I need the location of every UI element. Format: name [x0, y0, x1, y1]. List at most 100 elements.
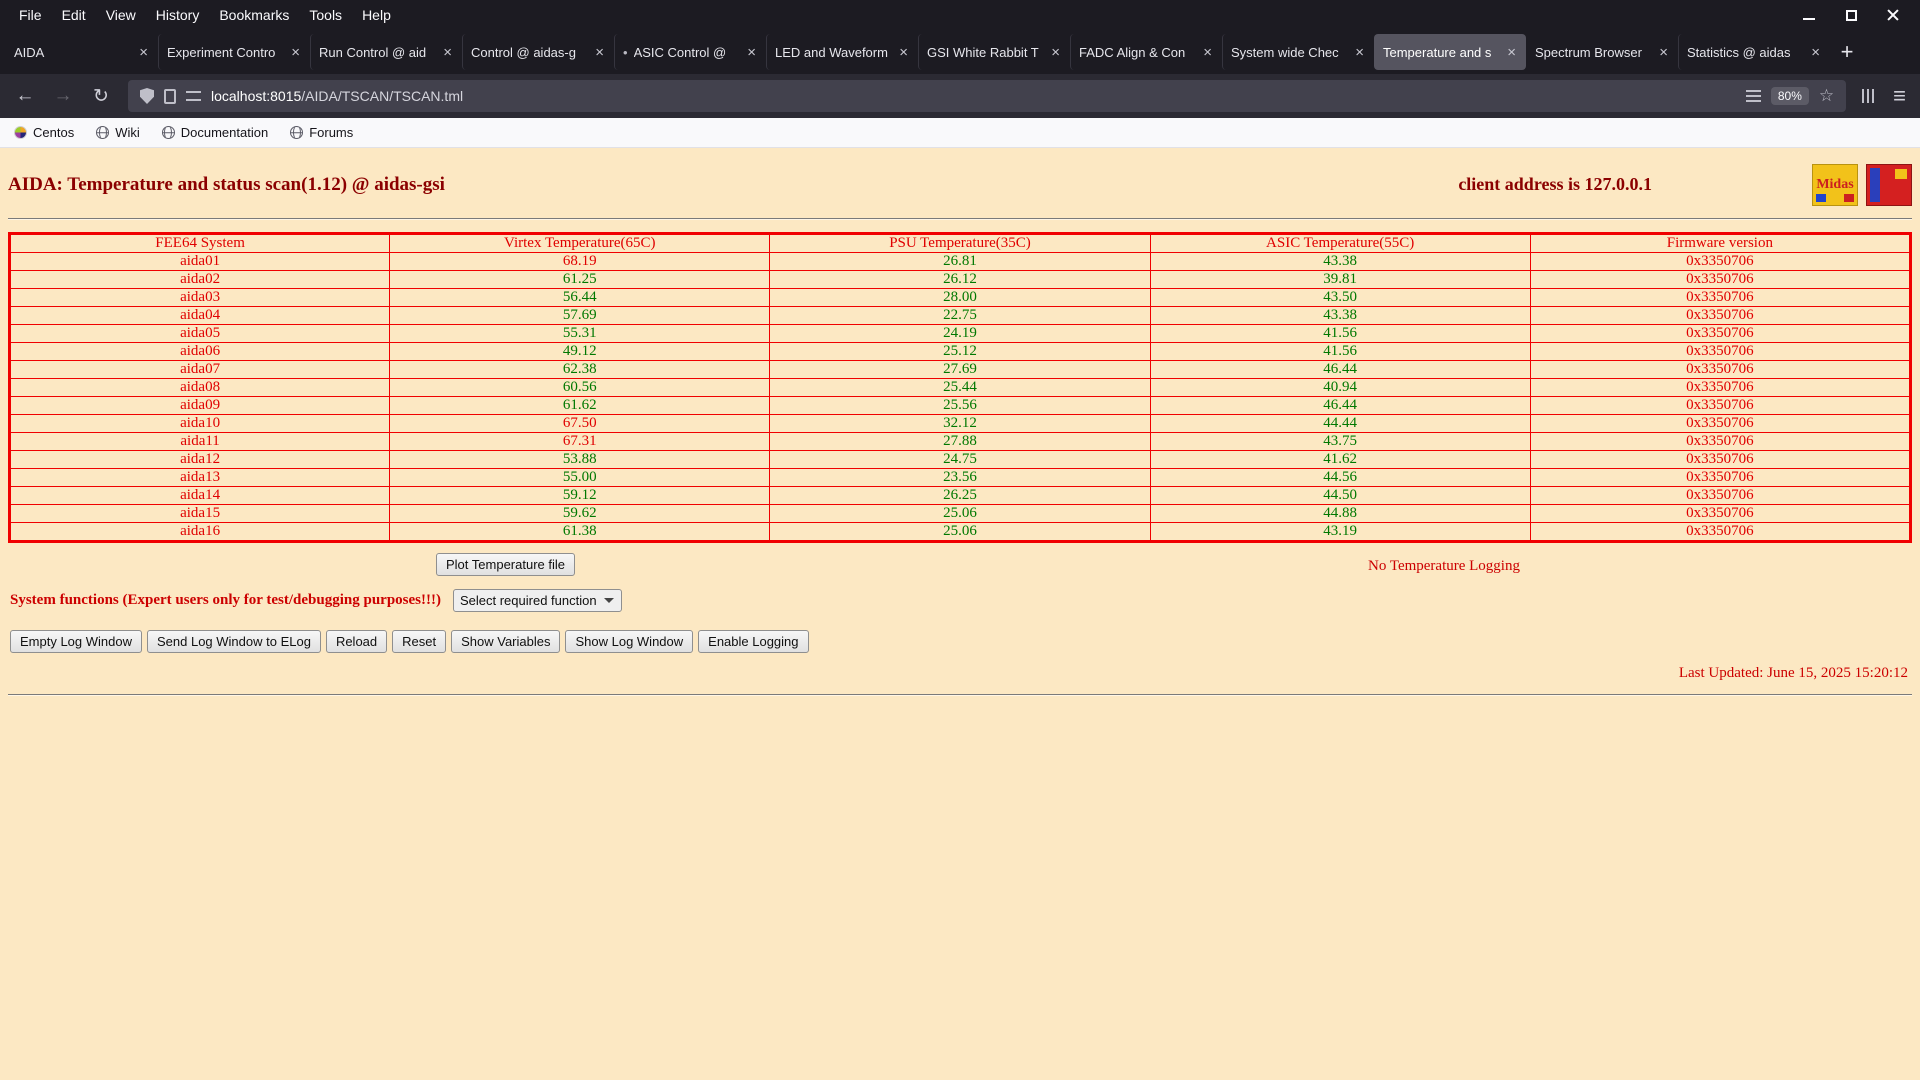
last-updated: Last Updated: June 15, 2025 15:20:12	[1678, 665, 1908, 681]
maximize-button[interactable]	[1844, 8, 1858, 22]
tab-close-icon[interactable]: ×	[897, 44, 910, 61]
navigation-toolbar: ← → ↻ localhost:8015/AIDA/TSCAN/TSCAN.tm…	[0, 74, 1920, 118]
bookmark-label: Centos	[33, 125, 75, 140]
menu-file[interactable]: File	[10, 4, 51, 26]
menu-tools[interactable]: Tools	[300, 4, 351, 26]
menu-edit[interactable]: Edit	[53, 4, 95, 26]
plot-temperature-button[interactable]: Plot Temperature file	[436, 553, 575, 576]
asic-temperature: 44.44	[1149, 414, 1531, 433]
table-header-row: FEE64 System Virtex Temperature(65C) PSU T…	[8, 233, 1912, 253]
forward-icon[interactable]: →	[52, 85, 74, 107]
tab-close-icon[interactable]: ×	[441, 44, 454, 61]
psu-temperature: 25.44	[769, 378, 1151, 397]
client-address: client address is 127.0.0.1	[1458, 174, 1652, 194]
page-info-icon[interactable]	[164, 88, 176, 104]
button-empty-log-window[interactable]: Empty Log Window	[10, 630, 142, 653]
tab-aida[interactable]: AIDA ×	[6, 34, 158, 70]
button-send-log-window-to-elog[interactable]: Send Log Window to ELog	[147, 630, 321, 653]
hamburger-menu-icon[interactable]: ≡	[1893, 83, 1906, 109]
logos: Midas	[1812, 164, 1912, 206]
tab-run-control-aid[interactable]: Run Control @ aid ×	[310, 34, 462, 70]
gsi-logo	[1866, 164, 1912, 206]
fee64-name: aida09	[8, 396, 391, 415]
tab-close-icon[interactable]: ×	[1809, 44, 1822, 61]
close-window-button[interactable]	[1886, 8, 1900, 22]
tab-close-icon[interactable]: ×	[1353, 44, 1366, 61]
button-reset[interactable]: Reset	[392, 630, 447, 653]
reload-icon[interactable]: ↻	[90, 85, 112, 108]
table-row: aida07 62.38 27.69 46.44 0x3350706	[8, 360, 1912, 379]
bookmark-forums[interactable]: Forums	[290, 125, 353, 140]
tab-close-icon[interactable]: ×	[1201, 44, 1214, 61]
asic-temperature: 43.19	[1149, 522, 1531, 542]
bookmark-label: Forums	[309, 125, 354, 140]
zoom-level-indicator[interactable]: 80%	[1770, 87, 1809, 105]
tab-system-wide-chec[interactable]: System wide Chec ×	[1222, 34, 1374, 70]
fee64-name: aida07	[8, 360, 391, 379]
tab-close-icon[interactable]: ×	[289, 44, 302, 61]
firmware-version: 0x3350706	[1529, 468, 1912, 487]
firmware-version: 0x3350706	[1529, 378, 1912, 397]
fee64-name: aida14	[8, 486, 391, 505]
table-row: aida13 55.00 23.56 44.56 0x3350706	[8, 468, 1912, 487]
table-row: aida06 49.12 25.12 41.56 0x3350706	[8, 342, 1912, 361]
asic-temperature: 43.75	[1149, 432, 1531, 451]
firmware-version: 0x3350706	[1529, 432, 1912, 451]
button-show-variables[interactable]: Show Variables	[451, 630, 561, 653]
permissions-icon[interactable]	[186, 91, 201, 101]
button-enable-logging[interactable]: Enable Logging	[698, 630, 809, 653]
tab-close-icon[interactable]: ×	[137, 44, 150, 61]
tab-label: Run Control @ aid	[319, 44, 427, 60]
menu-view[interactable]: View	[97, 4, 145, 26]
bookmark-centos[interactable]: Centos	[14, 125, 74, 140]
firmware-version: 0x3350706	[1529, 270, 1912, 289]
tab-close-icon[interactable]: ×	[593, 44, 606, 61]
reader-mode-icon[interactable]	[1745, 89, 1761, 103]
library-icon[interactable]	[1862, 89, 1878, 103]
firmware-version: 0x3350706	[1529, 450, 1912, 469]
tab-statistics-aidas[interactable]: Statistics @ aidas ×	[1678, 34, 1830, 70]
table-row: aida11 67.31 27.88 43.75 0x3350706	[8, 432, 1912, 451]
button-reload[interactable]: Reload	[325, 630, 388, 653]
tab-label: Statistics @ aidas	[1687, 44, 1791, 60]
tab-temperature-and-s[interactable]: Temperature and s ×	[1374, 34, 1526, 70]
function-select[interactable]: Select required function	[452, 589, 622, 612]
virtex-temperature: 55.31	[389, 324, 771, 343]
tab-control-aidas-g[interactable]: Control @ aidas-g ×	[462, 34, 614, 70]
asic-temperature: 39.81	[1149, 270, 1531, 289]
button-show-log-window[interactable]: Show Log Window	[565, 630, 694, 653]
fee64-name: aida10	[8, 414, 391, 433]
fee64-name: aida06	[8, 342, 391, 361]
menu-bookmarks[interactable]: Bookmarks	[210, 4, 298, 26]
bookmark-documentation[interactable]: Documentation	[161, 125, 268, 140]
tab-fadc-align-con[interactable]: FADC Align & Con ×	[1070, 34, 1222, 70]
tab-experiment-contro[interactable]: Experiment Contro ×	[158, 34, 310, 70]
tab-close-icon[interactable]: ×	[1505, 44, 1518, 61]
tab-close-icon[interactable]: ×	[745, 44, 758, 61]
psu-temperature: 24.19	[769, 324, 1151, 343]
tab-led-and-waveform[interactable]: LED and Waveform ×	[766, 34, 918, 70]
menu-help[interactable]: Help	[353, 4, 400, 26]
virtex-temperature: 60.56	[389, 378, 771, 397]
tab-gsi-white-rabbit-t[interactable]: GSI White Rabbit T ×	[918, 34, 1070, 70]
firmware-version: 0x3350706	[1529, 414, 1912, 433]
virtex-temperature: 67.50	[389, 414, 771, 433]
psu-temperature: 28.00	[769, 288, 1151, 307]
new-tab-button[interactable]: +	[1830, 35, 1864, 69]
tab-spectrum-browser[interactable]: Spectrum Browser ×	[1526, 34, 1678, 70]
table-row: aida05 55.31 24.19 41.56 0x3350706	[8, 324, 1912, 343]
virtex-temperature: 56.44	[389, 288, 771, 307]
url-bar[interactable]: localhost:8015/AIDA/TSCAN/TSCAN.tml 80% …	[128, 80, 1847, 112]
bookmark-wiki[interactable]: Wiki	[96, 125, 140, 140]
tab-close-icon[interactable]: ×	[1049, 44, 1062, 61]
bookmark-star-icon[interactable]: ☆	[1819, 86, 1834, 106]
minimize-button[interactable]	[1802, 8, 1816, 22]
tab-close-icon[interactable]: ×	[1657, 44, 1670, 61]
tab-asic-control[interactable]: • ASIC Control @ ×	[614, 34, 766, 70]
url-text[interactable]: localhost:8015/AIDA/TSCAN/TSCAN.tml	[211, 88, 1736, 104]
virtex-temperature: 62.38	[389, 360, 771, 379]
tracking-protection-shield-icon[interactable]	[140, 88, 154, 104]
back-icon[interactable]: ←	[14, 85, 36, 107]
psu-temperature: 27.88	[769, 432, 1151, 451]
menu-history[interactable]: History	[147, 4, 209, 26]
